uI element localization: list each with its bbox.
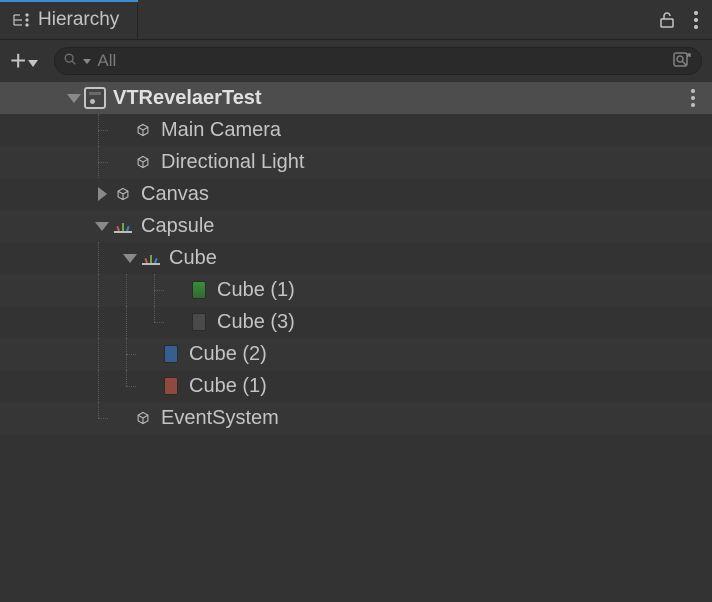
tree-row[interactable]: Capsule xyxy=(0,210,712,242)
gameobject-icon xyxy=(132,119,154,141)
scene-row[interactable]: VTRevelaerTest xyxy=(0,82,712,114)
node-label: Cube (1) xyxy=(217,279,295,302)
prefab-swatch-icon xyxy=(188,311,210,333)
search-bar[interactable] xyxy=(54,47,702,75)
expand-toggle[interactable] xyxy=(120,254,140,263)
tree-row[interactable]: Cube (3) xyxy=(0,306,712,338)
scene-asset-icon xyxy=(84,87,106,109)
gameobject-icon xyxy=(132,151,154,173)
tree-row[interactable]: Cube xyxy=(0,242,712,274)
toolbar: + xyxy=(0,40,712,82)
expand-toggle[interactable] xyxy=(92,187,112,201)
search-scope-icon[interactable] xyxy=(671,50,693,72)
expand-toggle[interactable] xyxy=(92,222,112,231)
gameobject-icon xyxy=(112,183,134,205)
search-input[interactable] xyxy=(97,51,665,71)
transform-gizmo-icon xyxy=(140,247,162,269)
node-label: VTRevelaerTest xyxy=(113,87,262,110)
scene-menu-icon[interactable] xyxy=(684,89,702,107)
prefab-swatch-icon xyxy=(160,375,182,397)
tab-label: Hierarchy xyxy=(38,9,119,31)
lock-icon[interactable] xyxy=(658,11,676,29)
dropdown-arrow-icon xyxy=(28,60,38,67)
tree-row[interactable]: Canvas xyxy=(0,178,712,210)
node-label: Cube (1) xyxy=(189,375,267,398)
node-label: Directional Light xyxy=(161,151,304,174)
expand-toggle[interactable] xyxy=(64,94,84,103)
panel-menu-icon[interactable] xyxy=(694,11,698,29)
tree-row[interactable]: Cube (1) xyxy=(0,370,712,402)
tree-row[interactable]: Main Camera xyxy=(0,114,712,146)
search-icon xyxy=(63,52,77,71)
hierarchy-icon xyxy=(12,11,30,29)
node-label: Main Camera xyxy=(161,119,281,142)
node-label: Cube xyxy=(169,247,217,270)
gameobject-icon xyxy=(132,407,154,429)
tab-hierarchy[interactable]: Hierarchy xyxy=(0,0,138,39)
tab-bar: Hierarchy xyxy=(0,0,712,40)
node-label: Capsule xyxy=(141,215,214,238)
prefab-swatch-icon xyxy=(188,279,210,301)
tree-row[interactable]: Directional Light xyxy=(0,146,712,178)
transform-gizmo-icon xyxy=(112,215,134,237)
node-label: Canvas xyxy=(141,183,209,206)
tree-row[interactable]: Cube (1) xyxy=(0,274,712,306)
node-label: Cube (3) xyxy=(217,311,295,334)
node-label: Cube (2) xyxy=(189,343,267,366)
hierarchy-tree: VTRevelaerTest Main Camera xyxy=(0,82,712,434)
node-label: EventSystem xyxy=(161,407,279,430)
plus-icon: + xyxy=(10,47,26,75)
prefab-swatch-icon xyxy=(160,343,182,365)
search-mode-dropdown-icon[interactable] xyxy=(83,59,91,64)
create-button[interactable]: + xyxy=(10,47,38,75)
tree-row[interactable]: Cube (2) xyxy=(0,338,712,370)
tree-row[interactable]: EventSystem xyxy=(0,402,712,434)
